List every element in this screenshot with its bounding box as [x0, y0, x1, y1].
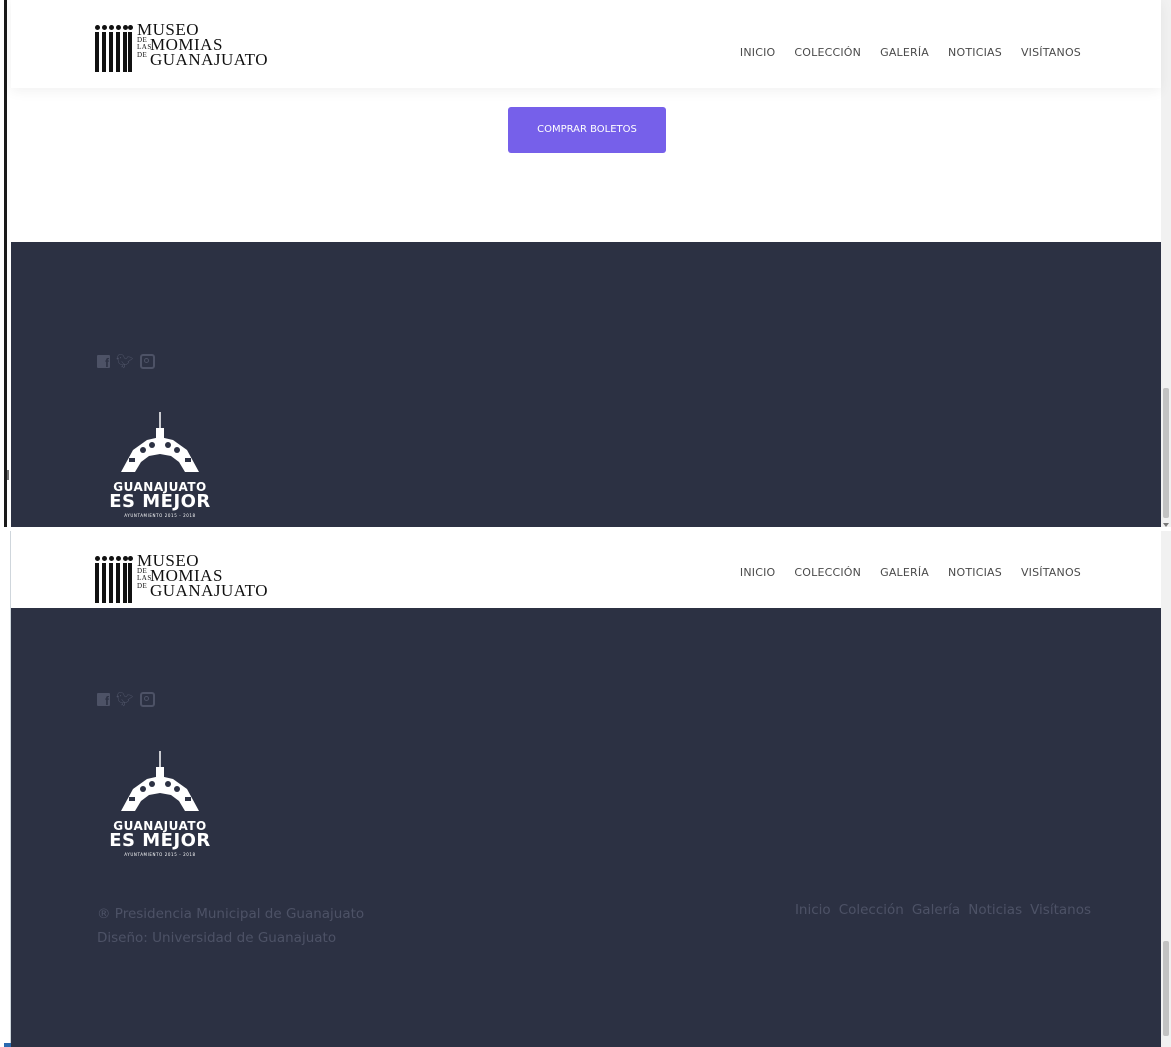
- footer-nav-visitanos[interactable]: Visítanos: [1030, 902, 1091, 918]
- facebook-icon[interactable]: [97, 355, 110, 370]
- partner-logo-line-3: AYUNTAMIENTO 2015 - 2018: [124, 852, 196, 857]
- mummies-logo-icon: [95, 556, 133, 603]
- footer-nav: Inicio Colección Galería Noticias Visíta…: [795, 902, 1091, 918]
- nav-coleccion[interactable]: COLECCIÓN: [794, 46, 861, 59]
- screenshot-top: MUSEO DE LASMOMIAS DE GUANAJUATO INICIO C…: [0, 0, 1171, 527]
- instagram-icon[interactable]: [139, 692, 155, 707]
- logo-text: MUSEO DE LASMOMIAS DE GUANAJUATO: [137, 552, 269, 600]
- twitter-icon[interactable]: 🐦︎: [116, 691, 134, 708]
- partner-logo-line-3: AYUNTAMIENTO 2015 - 2018: [124, 513, 196, 518]
- screenshot-bottom: MUSEO DE LASMOMIAS DE GUANAJUATO INICIO C…: [0, 531, 1171, 1047]
- church-dome-icon: [121, 412, 199, 472]
- scrollbar-thumb[interactable]: [1163, 388, 1169, 518]
- site-footer: 🐦︎ GUANAJUATO ES MEJOR AYUNTAMIENTO 2015…: [11, 608, 1161, 1047]
- nav-noticias[interactable]: NOTICIAS: [948, 566, 1002, 579]
- nav-coleccion[interactable]: COLECCIÓN: [794, 566, 861, 579]
- partner-logo-line-2: ES MEJOR: [109, 491, 211, 512]
- footer-credits: ® Presidencia Municipal de Guanajuato Di…: [97, 902, 364, 950]
- mummies-logo-icon: [95, 25, 133, 72]
- nav-inicio[interactable]: INICIO: [740, 566, 776, 579]
- logo-line-3: GUANAJUATO: [150, 581, 269, 600]
- footer-nav-galeria[interactable]: Galería: [912, 902, 960, 918]
- instagram-icon[interactable]: [139, 354, 155, 369]
- copyright-text: ® Presidencia Municipal de Guanajuato: [97, 906, 365, 922]
- nav-galeria[interactable]: GALERÍA: [880, 46, 929, 59]
- logo-text: MUSEO DE LASMOMIAS DE GUANAJUATO: [137, 21, 269, 69]
- nav-noticias[interactable]: NOTICIAS: [948, 46, 1002, 59]
- logo-prefix-1: DE LAS: [137, 36, 152, 51]
- logo-line-3: GUANAJUATO: [150, 50, 269, 69]
- logo-prefix-2: DE: [137, 51, 148, 59]
- twitter-icon[interactable]: 🐦︎: [116, 353, 134, 370]
- window-edge-fragment: [7, 470, 9, 480]
- footer-nav-coleccion[interactable]: Colección: [839, 902, 904, 918]
- scrollbar[interactable]: [1161, 0, 1171, 527]
- guanajuato-es-mejor-logo: GUANAJUATO ES MEJOR AYUNTAMIENTO 2015 - …: [105, 410, 215, 520]
- nav-galeria[interactable]: GALERÍA: [880, 566, 929, 579]
- scrollbar-thumb[interactable]: [1163, 941, 1169, 1036]
- site-header: MUSEO DE LASMOMIAS DE GUANAJUATO INICIO C…: [11, 531, 1161, 608]
- main-nav: INICIO COLECCIÓN GALERÍA NOTICIAS VISÍTA…: [740, 566, 1081, 579]
- nav-visitanos[interactable]: VISÍTANOS: [1021, 46, 1081, 59]
- main-nav: INICIO COLECCIÓN GALERÍA NOTICIAS VISÍTA…: [740, 46, 1081, 59]
- museum-logo[interactable]: MUSEO DE LASMOMIAS DE GUANAJUATO: [95, 21, 295, 72]
- church-dome-icon: [121, 751, 199, 811]
- logo-prefix-2: DE: [137, 582, 148, 590]
- footer-nav-noticias[interactable]: Noticias: [968, 902, 1022, 918]
- social-links: 🐦︎: [97, 691, 155, 708]
- scroll-down-arrow-icon[interactable]: [1163, 523, 1169, 527]
- site-header: MUSEO DE LASMOMIAS DE GUANAJUATO INICIO C…: [11, 0, 1161, 88]
- guanajuato-es-mejor-logo: GUANAJUATO ES MEJOR AYUNTAMIENTO 2015 - …: [105, 749, 215, 859]
- museum-logo[interactable]: MUSEO DE LASMOMIAS DE GUANAJUATO: [95, 552, 295, 603]
- window-left-edge: [0, 531, 11, 1047]
- site-footer: 🐦︎ GUANAJUATO ES MEJOR AYUNTAMIENTO 2015…: [11, 242, 1161, 527]
- footer-nav-inicio[interactable]: Inicio: [795, 902, 831, 918]
- social-links: 🐦︎: [97, 353, 155, 370]
- buy-tickets-button[interactable]: COMPRAR BOLETOS: [508, 107, 666, 153]
- design-credit-text: Diseño: Universidad de Guanajuato: [97, 930, 337, 946]
- nav-visitanos[interactable]: VISÍTANOS: [1021, 566, 1081, 579]
- logo-prefix-1: DE LAS: [137, 567, 152, 582]
- nav-inicio[interactable]: INICIO: [740, 46, 776, 59]
- facebook-icon[interactable]: [97, 693, 110, 708]
- partner-logo-line-2: ES MEJOR: [109, 830, 211, 851]
- scrollbar[interactable]: [1161, 531, 1171, 1047]
- window-left-edge: [0, 0, 11, 527]
